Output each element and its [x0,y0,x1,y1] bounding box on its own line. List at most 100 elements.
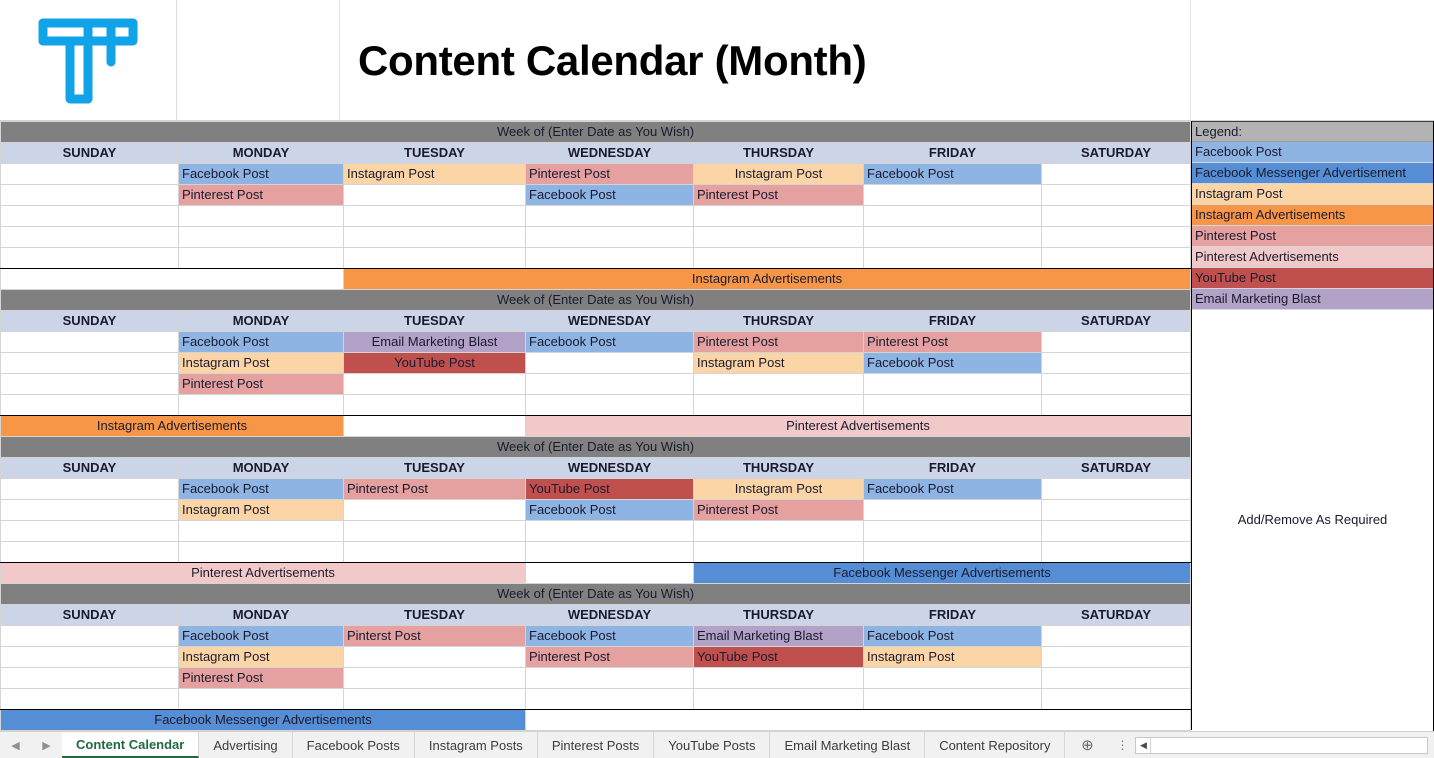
calendar-empty-cell[interactable] [178,394,344,416]
calendar-empty-cell[interactable] [343,688,526,710]
calendar-empty-cell[interactable] [525,688,694,710]
calendar-empty-cell[interactable] [1040,394,1192,416]
calendar-empty-cell[interactable] [178,247,344,269]
calendar-empty-cell[interactable] [1040,646,1192,668]
calendar-empty-cell[interactable] [0,205,179,227]
calendar-empty-cell[interactable] [693,205,864,227]
calendar-entry[interactable]: Instagram Post [693,163,864,185]
calendar-empty-cell[interactable] [525,352,694,374]
calendar-entry[interactable]: Instagram Post [693,352,864,374]
sheet-tab-advertising[interactable]: Advertising [199,732,293,758]
calendar-entry[interactable]: Pinterest Post [693,184,864,206]
calendar-entry[interactable]: Facebook Post [178,478,344,500]
calendar-entry[interactable]: Pinterest Post [178,184,344,206]
calendar-entry[interactable]: Facebook Post [525,331,694,353]
calendar-entry[interactable]: Email Marketing Blast [343,331,526,353]
calendar-entry[interactable]: Pinterest Post [178,373,344,395]
advertisement-empty[interactable] [343,415,526,437]
calendar-empty-cell[interactable] [343,184,526,206]
legend-item[interactable]: Pinterest Post [1192,226,1433,247]
calendar-entry[interactable]: Facebook Post [525,184,694,206]
calendar-empty-cell[interactable] [0,646,179,668]
calendar-empty-cell[interactable] [863,541,1042,563]
calendar-entry[interactable]: Pinterest Post [863,331,1042,353]
calendar-empty-cell[interactable] [0,478,179,500]
calendar-entry[interactable]: Facebook Post [178,625,344,647]
calendar-empty-cell[interactable] [343,541,526,563]
calendar-empty-cell[interactable] [0,394,179,416]
vertical-dots-icon[interactable]: ⋮ [1109,732,1135,758]
advertisement-empty[interactable] [525,562,694,584]
advertisement-bar[interactable]: Instagram Advertisements [342,268,1192,290]
calendar-empty-cell[interactable] [343,667,526,689]
calendar-entry[interactable]: Facebook Post [525,625,694,647]
legend-item[interactable]: Instagram Post [1192,184,1433,205]
calendar-entry[interactable]: YouTube Post [343,352,526,374]
calendar-empty-cell[interactable] [1040,184,1192,206]
advertisement-bar[interactable]: Facebook Messenger Advertisements [692,562,1192,584]
calendar-entry[interactable]: Facebook Post [863,163,1042,185]
calendar-empty-cell[interactable] [863,499,1042,521]
sheet-tab-pinterest-posts[interactable]: Pinterest Posts [537,732,655,758]
calendar-entry[interactable]: Pinterest Post [178,667,344,689]
calendar-entry[interactable]: Facebook Post [525,499,694,521]
calendar-empty-cell[interactable] [525,247,694,269]
calendar-empty-cell[interactable] [1040,226,1192,248]
calendar-empty-cell[interactable] [343,520,526,542]
calendar-empty-cell[interactable] [343,226,526,248]
calendar-entry[interactable]: Pinterst Post [343,625,526,647]
calendar-empty-cell[interactable] [693,373,864,395]
legend-item[interactable]: Pinterest Advertisements [1192,247,1433,268]
calendar-empty-cell[interactable] [343,205,526,227]
calendar-empty-cell[interactable] [0,184,179,206]
calendar-entry[interactable]: Pinterest Post [525,646,694,668]
calendar-entry[interactable]: Instagram Post [178,646,344,668]
calendar-empty-cell[interactable] [525,373,694,395]
calendar-empty-cell[interactable] [693,520,864,542]
calendar-empty-cell[interactable] [1040,205,1192,227]
calendar-entry[interactable]: Pinterest Post [525,163,694,185]
sheet-tab-content-calendar[interactable]: Content Calendar [62,732,200,758]
legend-item[interactable]: Instagram Advertisements [1192,205,1433,226]
chevron-right-icon[interactable]: ▶ [36,739,56,752]
calendar-empty-cell[interactable] [1040,520,1192,542]
chevron-left-icon[interactable]: ◀ [5,739,25,752]
calendar-empty-cell[interactable] [1040,499,1192,521]
calendar-empty-cell[interactable] [0,499,179,521]
calendar-empty-cell[interactable] [863,226,1042,248]
calendar-entry[interactable]: Pinterest Post [693,331,864,353]
calendar-empty-cell[interactable] [0,247,179,269]
calendar-empty-cell[interactable] [863,247,1042,269]
calendar-empty-cell[interactable] [1040,667,1192,689]
calendar-entry[interactable]: Facebook Post [863,352,1042,374]
calendar-entry[interactable]: Email Marketing Blast [693,625,864,647]
sheet-tab-email-marketing-blast[interactable]: Email Marketing Blast [770,732,926,758]
calendar-empty-cell[interactable] [1040,478,1192,500]
calendar-empty-cell[interactable] [693,226,864,248]
calendar-empty-cell[interactable] [863,667,1042,689]
calendar-empty-cell[interactable] [0,625,179,647]
calendar-empty-cell[interactable] [0,352,179,374]
calendar-empty-cell[interactable] [0,520,179,542]
calendar-entry[interactable]: Facebook Post [863,478,1042,500]
calendar-empty-cell[interactable] [0,541,179,563]
calendar-empty-cell[interactable] [1040,247,1192,269]
calendar-empty-cell[interactable] [0,226,179,248]
calendar-empty-cell[interactable] [343,373,526,395]
calendar-empty-cell[interactable] [863,688,1042,710]
advertisement-empty[interactable] [524,709,1192,731]
sheet-tab-content-repository[interactable]: Content Repository [925,732,1066,758]
advertisement-empty[interactable] [0,268,344,290]
calendar-entry[interactable]: Facebook Post [178,331,344,353]
calendar-empty-cell[interactable] [693,247,864,269]
legend-item[interactable]: YouTube Post [1192,268,1433,289]
calendar-empty-cell[interactable] [0,688,179,710]
calendar-entry[interactable]: Instagram Post [863,646,1042,668]
calendar-empty-cell[interactable] [1040,688,1192,710]
calendar-entry[interactable]: Instagram Post [693,478,864,500]
calendar-empty-cell[interactable] [863,205,1042,227]
calendar-empty-cell[interactable] [0,163,179,185]
calendar-entry[interactable]: Instagram Post [343,163,526,185]
calendar-empty-cell[interactable] [1040,163,1192,185]
scroll-left-icon[interactable]: ◀ [1136,737,1152,753]
